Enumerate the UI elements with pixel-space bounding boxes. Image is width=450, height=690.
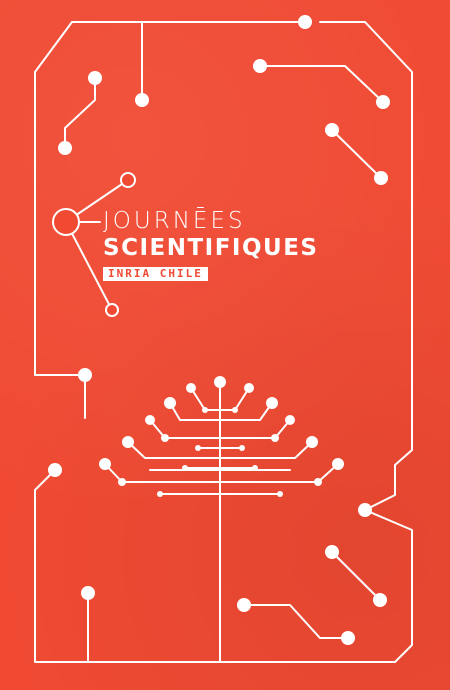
title-line-1: JOURNĒES [103,208,246,234]
poster: JOURNĒES SCIENTIFIQUES INRIA CHILE [0,0,450,690]
organizer-badge: INRIA CHILE [103,267,208,281]
circuit-network-icon [34,15,413,663]
title-block: JOURNĒES SCIENTIFIQUES INRIA CHILE [103,208,363,281]
title-line-2: SCIENTIFIQUES [103,235,319,261]
